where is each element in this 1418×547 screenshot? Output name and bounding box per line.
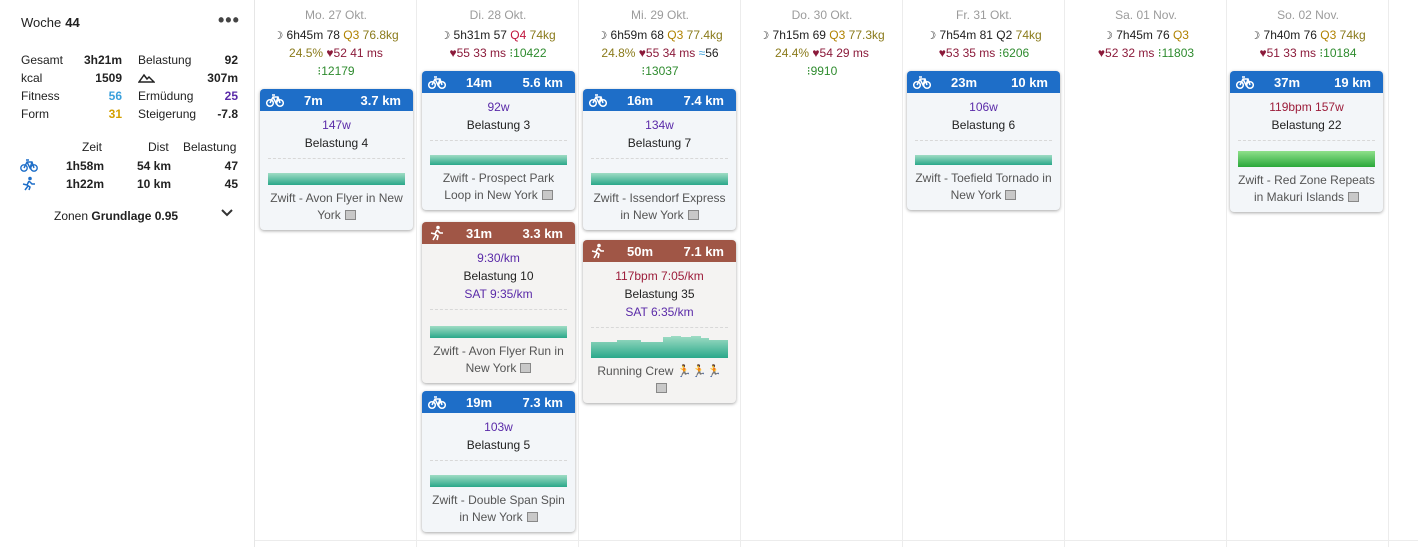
week-label: Woche 44 [21,15,80,30]
activity-chart [915,155,1052,165]
zonen-summary: Zonen Grundlage 0.95 [54,209,179,223]
heart-icon: ♥ [638,46,646,60]
steigerung-label: Steigerung [138,107,197,121]
activity-chart [591,336,728,358]
bike-icon [428,396,446,410]
heart-icon: ♥ [1259,46,1267,60]
day-header-mo: Mo. 27 Okt. ☽ 6h45m 78 Q3 76.8kg 24.5% ♥… [255,0,417,547]
day-date: Do. 30 Okt. [791,8,853,22]
bike-icon [1236,76,1254,90]
more-options-icon[interactable]: ••• [218,10,240,31]
map-icon [344,210,356,220]
activity-title: Zwift - Red Zone Repeats in Makuri Islan… [1238,173,1375,204]
moon-icon: ☽ [273,30,284,42]
week-summary-panel: Woche 44 ••• Gesamt 3h21m Belastung 92 kc… [0,0,255,547]
run-belastung: 45 [224,177,238,191]
map-icon [1348,192,1360,202]
activity-card[interactable]: 23m 10 km 106w Belastung 6 Zwift - Toefie… [907,71,1060,210]
moon-icon: ☽ [440,30,451,42]
moon-icon: ☽ [926,30,937,42]
gesamt-label: Gesamt [21,53,64,67]
map-icon [526,512,538,522]
day-header-do: Do. 30 Okt. ☽ 7h15m 69 Q3 77.3kg 24.4% ♥… [741,0,903,547]
activity-chart [430,326,567,338]
steigerung-value: -7.8 [217,107,238,121]
activity-title: Zwift - Avon Flyer in New York [270,191,403,222]
form-label: Form [21,107,49,121]
activity-card[interactable]: 19m 7.3 km 103w Belastung 5 Zwift - Doubl… [422,391,575,532]
gesamt-value: 3h21m [83,53,122,67]
belastung-label: Belastung [138,53,192,67]
day-date: So. 02 Nov. [1277,8,1339,22]
form-value: 31 [108,107,122,121]
fitness-label: Fitness [21,89,60,103]
heart-icon: ♥ [326,46,334,60]
map-icon [520,363,532,373]
heart-icon: ♥ [1097,46,1106,60]
kcal-label: kcal [21,71,43,85]
day-date: Mo. 27 Okt. [304,8,368,22]
fitness-value: 56 [108,89,122,103]
day-date: Mi. 29 Okt. [630,8,689,22]
activity-card[interactable]: 14m 5.6 km 92w Belastung 3 Zwift - Prospe… [422,71,575,210]
heart-icon: ♥ [938,46,946,60]
run-icon [591,243,604,259]
bike-icon [266,94,284,108]
ermudung-label: Ermüdung [138,89,194,103]
day-header-sa: Sa. 01 Nov. ☽ 7h45m 76 Q3 ♥52 32 ms ⁝118… [1065,0,1227,547]
kcal-value: 1509 [95,71,122,85]
activity-chart [430,155,567,165]
activity-card[interactable]: 16m 7.4 km 134w Belastung 7 Zwift - Issen… [583,89,736,230]
activity-title: Zwift - Double Span Spin in New York [432,493,565,524]
ermudung-value: 25 [224,89,238,103]
col-dist-header: Dist [148,140,169,154]
moon-icon: ☽ [597,30,608,42]
run-zeit: 1h22m [65,177,104,191]
moon-icon: ☽ [759,30,770,42]
activity-title: Zwift - Toefield Tornado in New York [915,171,1052,202]
bike-icon [913,76,931,90]
heart-icon: ♥ [449,46,457,60]
chevron-down-icon[interactable] [220,206,234,220]
mountain-icon [138,73,155,83]
day-date: Fr. 31 Okt. [955,8,1012,22]
map-icon [541,190,553,200]
bike-icon [428,76,446,90]
activity-title: Zwift - Issendorf Express in New York [593,191,726,222]
activity-title: Running Crew 🏃🏃🏃 [583,358,736,403]
moon-icon: ☽ [1250,30,1261,42]
bike-belastung: 47 [224,159,238,173]
activity-card[interactable]: 50m 7.1 km 117bpm 7:05/km Belastung 35 SA… [583,240,736,403]
map-icon [656,383,667,393]
activity-title: Zwift - Avon Flyer Run in New York [433,344,564,375]
day-date: Sa. 01 Nov. [1115,8,1177,22]
activity-chart [268,173,405,185]
col-zeit-header: Zeit [82,140,103,154]
activity-chart [430,475,567,487]
bike-dist: 54 km [136,159,171,173]
belastung-value: 92 [224,53,238,67]
activity-card[interactable]: 31m 3.3 km 9:30/km Belastung 10 SAT 9:35/… [422,222,575,383]
elevation-value: 307m [207,71,238,85]
map-icon [1005,190,1017,200]
run-dist: 10 km [136,177,171,191]
col-belastung-header: Belastung [183,140,237,154]
heart-icon: ♥ [812,46,820,60]
moon-icon: ☽ [1103,30,1113,42]
bike-icon [589,94,607,108]
activity-chart [1238,151,1375,167]
activity-title: Zwift - Prospect Park Loop in New York [442,171,555,202]
map-icon [687,210,699,220]
bike-zeit: 1h58m [65,159,104,173]
run-icon [430,225,443,241]
activity-card[interactable]: 7m 3.7 km 147w Belastung 4 Zwift - Avon F… [260,89,413,230]
activity-card[interactable]: 37m 19 km 119bpm 157w Belastung 22 Zwift … [1230,71,1383,212]
activity-chart [591,173,728,185]
day-date: Di. 28 Okt. [469,8,527,22]
